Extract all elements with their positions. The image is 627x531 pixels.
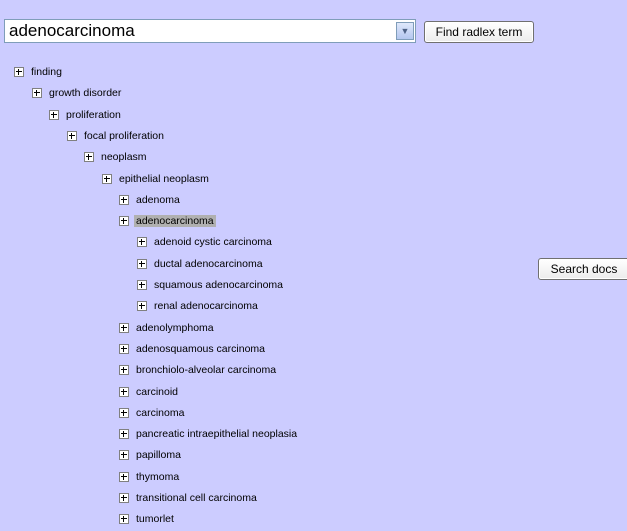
tree-node: adenoma <box>119 192 182 208</box>
tree-node: growth disorder <box>32 85 123 101</box>
tree-node-label[interactable]: adenolymphoma <box>134 322 216 334</box>
tree-node: bronchiolo-alveolar carcinoma <box>119 362 278 378</box>
expand-icon[interactable] <box>137 280 147 290</box>
tree-node: adenolymphoma <box>119 320 216 336</box>
expand-icon[interactable] <box>137 301 147 311</box>
tree-node: neoplasm <box>84 149 149 165</box>
tree-node-label[interactable]: squamous adenocarcinoma <box>152 279 285 291</box>
expand-icon[interactable] <box>119 408 129 418</box>
tree-node-label[interactable]: adenosquamous carcinoma <box>134 343 267 355</box>
expand-icon[interactable] <box>137 237 147 247</box>
tree-node: tumorlet <box>119 511 176 527</box>
tree-node: finding <box>14 64 64 80</box>
tree-node: squamous adenocarcinoma <box>137 277 285 293</box>
expand-icon[interactable] <box>14 67 24 77</box>
expand-icon[interactable] <box>119 365 129 375</box>
expand-icon[interactable] <box>102 174 112 184</box>
tree-node-label[interactable]: focal proliferation <box>82 130 166 142</box>
tree-node: epithelial neoplasm <box>102 171 211 187</box>
expand-icon[interactable] <box>119 195 129 205</box>
tree-node-label[interactable]: transitional cell carcinoma <box>134 492 259 504</box>
expand-icon[interactable] <box>119 450 129 460</box>
expand-icon[interactable] <box>32 88 42 98</box>
search-docs-button[interactable]: Search docs <box>538 258 627 280</box>
expand-icon[interactable] <box>119 323 129 333</box>
tree-node-label[interactable]: adenocarcinoma <box>134 215 216 227</box>
tree-node: transitional cell carcinoma <box>119 490 259 506</box>
tree-node: adenoid cystic carcinoma <box>137 234 274 250</box>
tree-node-label[interactable]: papilloma <box>134 449 183 461</box>
tree-node: ductal adenocarcinoma <box>137 256 265 272</box>
tree-node-label[interactable]: ductal adenocarcinoma <box>152 258 265 270</box>
chevron-down-icon: ▼ <box>400 26 410 36</box>
expand-icon[interactable] <box>119 344 129 354</box>
tree-node-label[interactable]: finding <box>29 66 64 78</box>
tree-node: carcinoma <box>119 405 186 421</box>
search-input[interactable] <box>4 19 416 43</box>
expand-icon[interactable] <box>67 131 77 141</box>
tree-node-label[interactable]: adenoid cystic carcinoma <box>152 236 274 248</box>
tree-node: pancreatic intraepithelial neoplasia <box>119 426 299 442</box>
find-radlex-term-button[interactable]: Find radlex term <box>424 21 534 43</box>
tree-node-label[interactable]: epithelial neoplasm <box>117 173 211 185</box>
tree-node: papilloma <box>119 447 183 463</box>
expand-icon[interactable] <box>119 514 129 524</box>
tree-node-label[interactable]: pancreatic intraepithelial neoplasia <box>134 428 299 440</box>
expand-icon[interactable] <box>119 493 129 503</box>
expand-icon[interactable] <box>119 429 129 439</box>
tree-node-label[interactable]: growth disorder <box>47 87 123 99</box>
tree-node-label[interactable]: renal adenocarcinoma <box>152 300 260 312</box>
tree-node-label[interactable]: adenoma <box>134 194 182 206</box>
tree-node: focal proliferation <box>67 128 166 144</box>
expand-icon[interactable] <box>84 152 94 162</box>
tree-node-label[interactable]: proliferation <box>64 109 123 121</box>
tree-node-label[interactable]: carcinoma <box>134 407 186 419</box>
tree-node-label[interactable]: neoplasm <box>99 151 149 163</box>
tree-node: adenocarcinoma <box>119 213 216 229</box>
expand-icon[interactable] <box>119 387 129 397</box>
tree-node: thymoma <box>119 469 181 485</box>
tree-node-label[interactable]: thymoma <box>134 471 181 483</box>
tree-node: renal adenocarcinoma <box>137 298 260 314</box>
tree-node: adenosquamous carcinoma <box>119 341 267 357</box>
dropdown-button[interactable]: ▼ <box>396 22 414 40</box>
expand-icon[interactable] <box>137 259 147 269</box>
expand-icon[interactable] <box>49 110 59 120</box>
tree-node-label[interactable]: carcinoid <box>134 386 180 398</box>
tree-node-label[interactable]: tumorlet <box>134 513 176 525</box>
expand-icon[interactable] <box>119 472 129 482</box>
expand-icon[interactable] <box>119 216 129 226</box>
tree-node-label[interactable]: bronchiolo-alveolar carcinoma <box>134 364 278 376</box>
tree-node: proliferation <box>49 107 123 123</box>
tree-node: carcinoid <box>119 384 180 400</box>
